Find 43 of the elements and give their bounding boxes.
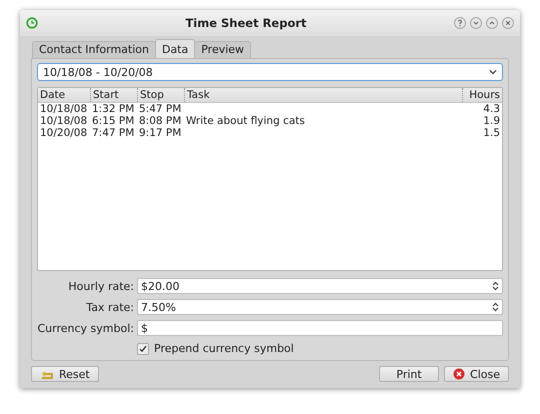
column-header[interactable]: Date [38,88,90,102]
table-cell: 1.5 [483,127,500,139]
tab[interactable]: Data [154,39,196,58]
maximize-icon[interactable] [486,17,498,29]
close-icon [453,368,466,380]
input-field[interactable]: $ [137,320,503,336]
date-range-dropdown[interactable]: 10/18/08 - 10/20/08 [37,63,503,81]
table-cell: 10/20/08 [40,127,88,139]
table-cell: 1.9 [483,115,500,127]
window-title: Time Sheet Report [184,16,308,30]
table-cell: 7:47 PM [92,127,134,139]
field-label: Currency symbol: [37,322,134,334]
checkbox[interactable] [137,342,149,354]
spin-arrows-icon [492,281,499,291]
print-button[interactable]: Print [379,366,440,382]
spin-box[interactable]: 7.50% [137,299,503,315]
table-cell: 4.3 [483,103,500,115]
close-icon[interactable] [502,17,514,29]
table-cell: 9:17 PM [139,127,182,139]
column-header[interactable]: Start [90,88,137,102]
table-cell: Write about flying cats [186,115,305,127]
spin-box[interactable]: $20.00 [137,278,503,294]
tab[interactable]: Contact Information [32,41,156,58]
table-cell: 6:15 PM [92,115,134,127]
minimize-icon[interactable] [470,17,482,29]
tab[interactable]: Preview [194,41,252,58]
close-button[interactable]: Close [444,366,509,382]
clock-icon [26,17,38,29]
help-icon[interactable] [454,17,466,29]
field-label: Hourly rate: [67,280,134,292]
field-label: Tax rate: [85,300,134,314]
table-cell: 5:47 PM [139,103,182,115]
column-header[interactable]: Stop [137,88,184,102]
column-header[interactable]: Hours [462,88,502,102]
table-cell: 1:32 PM [92,103,134,115]
chevron-down-icon [489,69,497,75]
table-cell: 10/18/08 [40,103,88,115]
spin-arrows-icon [492,302,499,312]
reset-button[interactable]: Reset [31,366,99,382]
checkbox-label: Prepend currency symbol [154,342,294,355]
column-header[interactable]: Task [184,88,462,102]
table-cell: 8:08 PM [139,115,182,127]
table-cell: 10/18/08 [40,115,88,127]
